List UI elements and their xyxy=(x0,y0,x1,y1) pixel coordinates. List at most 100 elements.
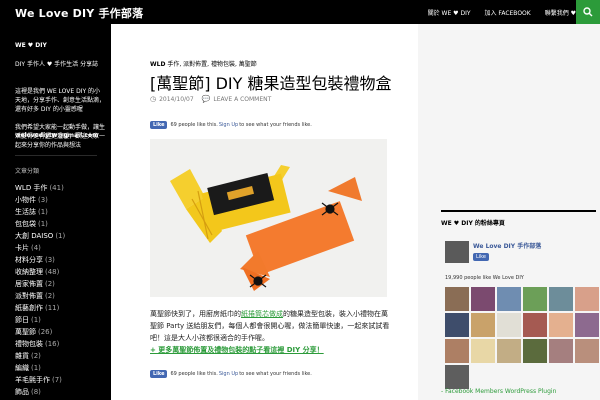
contact-email[interactable]: welovediytw@gmail.com xyxy=(15,132,98,139)
category-item[interactable]: 雜貨 (2) xyxy=(15,350,65,362)
category-count: (26) xyxy=(38,328,53,336)
fan-avatar[interactable] xyxy=(497,339,521,363)
fb-like-button[interactable]: Like xyxy=(150,121,168,129)
category-label[interactable]: 飾品 xyxy=(15,388,29,396)
category-count: (3) xyxy=(38,196,48,204)
nav-about[interactable]: 關於 WE ♥ DIY xyxy=(428,8,471,17)
category-count: (1) xyxy=(31,316,41,324)
inline-link[interactable]: 紙捲筒芯做成 xyxy=(241,310,283,318)
category-item[interactable]: 包包袋 (1) xyxy=(15,218,65,230)
fan-avatar[interactable] xyxy=(471,339,495,363)
fan-avatar[interactable] xyxy=(575,339,599,363)
fb-like-bar-bottom: Like 69 people like this. Sign Up to see… xyxy=(150,370,312,378)
category-links[interactable]: 手作, 派對佈置, 禮物包裝, 萬聖節 xyxy=(165,61,256,68)
category-item[interactable]: 禮物包裝 (16) xyxy=(15,338,65,350)
category-label[interactable]: 小物件 xyxy=(15,196,36,204)
leave-comment-link[interactable]: LEAVE A COMMENT xyxy=(213,96,271,103)
category-count: (1) xyxy=(55,232,66,240)
fan-avatar[interactable] xyxy=(523,339,547,363)
fb-page-avatar[interactable] xyxy=(445,241,469,263)
like-friends-text: to see what your friends like. xyxy=(239,371,312,377)
category-label[interactable]: 生活誌 xyxy=(15,208,36,216)
fan-avatar[interactable] xyxy=(575,287,599,311)
category-link-wld[interactable]: WLD xyxy=(150,61,165,68)
category-item[interactable]: 編織 (1) xyxy=(15,362,65,374)
category-item[interactable]: 萬聖節 (26) xyxy=(15,326,65,338)
category-item[interactable]: 材料分享 (3) xyxy=(15,254,65,266)
category-item[interactable]: 卡片 (4) xyxy=(15,242,65,254)
category-label[interactable]: 羊毛氈手作 xyxy=(15,376,50,384)
category-label[interactable]: 派對佈置 xyxy=(15,292,43,300)
category-item[interactable]: 收納整理 (48) xyxy=(15,266,65,278)
category-count: (1) xyxy=(38,208,48,216)
category-label[interactable]: 居家佈置 xyxy=(15,280,43,288)
fan-avatar[interactable] xyxy=(471,313,495,337)
candy-box-illustration xyxy=(150,139,387,297)
nav-contact[interactable]: 聯繫我們 ♥ xyxy=(545,8,576,17)
category-item[interactable]: 居家佈置 (2) xyxy=(15,278,65,290)
fan-avatar[interactable] xyxy=(471,287,495,311)
category-label[interactable]: 禮物包裝 xyxy=(15,340,43,348)
fan-avatar[interactable] xyxy=(445,365,469,389)
category-label[interactable]: 雜貨 xyxy=(15,352,29,360)
main-nav: 關於 WE ♥ DIY 加入 FACEBOOK 聯繫我們 ♥ xyxy=(414,0,576,24)
fb-like-button[interactable]: Like xyxy=(150,370,168,378)
facebook-widget-title: WE ♥ DIY 的粉絲專頁 xyxy=(441,220,505,227)
category-count: (11) xyxy=(45,304,60,312)
category-item[interactable]: 紙藝創作 (11) xyxy=(15,302,65,314)
category-label[interactable]: 包包袋 xyxy=(15,220,36,228)
sidebar-divider xyxy=(15,155,97,156)
category-count: (1) xyxy=(31,364,41,372)
fb-plugin-link[interactable]: - Facebook Members WordPress Plugin xyxy=(441,388,556,395)
fb-page-header: We Love DIY 手作部落 xyxy=(445,241,541,263)
search-button[interactable] xyxy=(576,0,600,24)
category-item[interactable]: 小物件 (3) xyxy=(15,194,65,206)
fan-avatar[interactable] xyxy=(575,313,599,337)
site-title[interactable]: We Love DIY 手作部落 xyxy=(15,5,143,21)
widget-top-rule xyxy=(441,210,596,212)
category-item[interactable]: WLD 手作 (41) xyxy=(15,182,65,194)
category-count: (1) xyxy=(38,220,48,228)
fan-avatar[interactable] xyxy=(549,339,573,363)
category-item[interactable]: 節日 (1) xyxy=(15,314,65,326)
category-item[interactable]: 羊毛氈手作 (7) xyxy=(15,374,65,386)
fan-avatar[interactable] xyxy=(549,313,573,337)
body-text-1: 萬聖節快到了，用廚房紙巾的 xyxy=(150,310,241,318)
category-label[interactable]: WLD 手作 xyxy=(15,184,47,192)
fan-avatar[interactable] xyxy=(497,313,521,337)
category-count: (48) xyxy=(45,268,60,276)
category-label[interactable]: 節日 xyxy=(15,316,29,324)
post-image xyxy=(150,139,387,297)
category-item[interactable]: 生活誌 (1) xyxy=(15,206,65,218)
category-item[interactable]: 飾品 (8) xyxy=(15,386,65,398)
clock-icon: ◷ xyxy=(150,95,157,103)
fan-avatar[interactable] xyxy=(523,287,547,311)
category-item[interactable]: 派對佈置 (2) xyxy=(15,290,65,302)
category-label[interactable]: 卡片 xyxy=(15,244,29,252)
nav-facebook[interactable]: 加入 FACEBOOK xyxy=(485,8,531,17)
category-item[interactable]: 大創 DAISO (1) xyxy=(15,230,65,242)
fan-avatar[interactable] xyxy=(445,287,469,311)
fan-avatar[interactable] xyxy=(445,313,469,337)
category-label[interactable]: 材料分享 xyxy=(15,256,43,264)
more-ideas-link[interactable]: + 更多萬聖節佈置及禮物包裝的點子看這裡 DIY 分享！ xyxy=(150,345,324,355)
post-date[interactable]: 2014/10/07 xyxy=(159,96,194,103)
categories-title: 文章分類 xyxy=(15,168,40,175)
fan-avatar[interactable] xyxy=(523,313,547,337)
like-count-text: 69 people like this. xyxy=(170,122,218,128)
signup-link[interactable]: Sign Up xyxy=(219,371,238,377)
category-label[interactable]: 收納整理 xyxy=(15,268,43,276)
category-label[interactable]: 大創 DAISO xyxy=(15,232,53,240)
post-title[interactable]: [萬聖節] DIY 糖果造型包裝禮物盒 xyxy=(150,70,391,94)
sidebar-tagline: DIY 手作人 ♥ 手作生活 分享誌 xyxy=(15,61,99,68)
category-label[interactable]: 萬聖節 xyxy=(15,328,36,336)
fb-like-bar-top: Like 69 people like this. Sign Up to see… xyxy=(150,121,312,129)
signup-link[interactable]: Sign Up xyxy=(219,122,238,128)
fan-avatar[interactable] xyxy=(445,339,469,363)
fb-page-like-button[interactable]: Like xyxy=(473,253,489,261)
category-label[interactable]: 編織 xyxy=(15,364,29,372)
fan-avatar[interactable] xyxy=(549,287,573,311)
category-count: (8) xyxy=(31,388,41,396)
category-label[interactable]: 紙藝創作 xyxy=(15,304,43,312)
fan-avatar[interactable] xyxy=(497,287,521,311)
